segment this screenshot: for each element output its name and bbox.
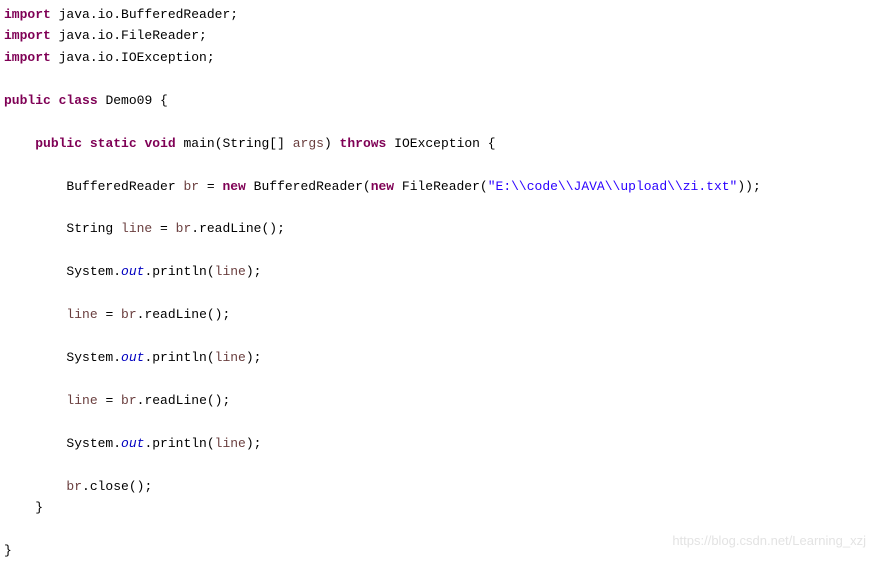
kw-throws: throws bbox=[340, 136, 387, 151]
field-out-1: out bbox=[121, 264, 144, 279]
var-line-3: line bbox=[66, 307, 97, 322]
l-close bbox=[4, 479, 66, 494]
l2c: .readLine(); bbox=[191, 221, 285, 236]
import-3: java.io.IOException; bbox=[51, 50, 215, 65]
l4b-2: = bbox=[98, 393, 121, 408]
var-line-2: line bbox=[215, 264, 246, 279]
l3c-2: ); bbox=[246, 350, 262, 365]
l3a-2: System. bbox=[4, 350, 121, 365]
l3b-2: .println( bbox=[144, 350, 214, 365]
arg-args: args bbox=[293, 136, 324, 151]
kw-new-2: new bbox=[371, 179, 394, 194]
var-line-6: line bbox=[215, 436, 246, 451]
l1d: FileReader( bbox=[394, 179, 488, 194]
var-br-3: br bbox=[121, 307, 137, 322]
kw-class: class bbox=[59, 93, 98, 108]
l1c: BufferedReader( bbox=[246, 179, 371, 194]
l3a-3: System. bbox=[4, 436, 121, 451]
l3c-1: ); bbox=[246, 264, 262, 279]
kw-static: static bbox=[90, 136, 137, 151]
l1b: = bbox=[199, 179, 222, 194]
var-line-4: line bbox=[215, 350, 246, 365]
l4c-1: .readLine(); bbox=[137, 307, 231, 322]
class-name: Demo09 { bbox=[98, 93, 168, 108]
l2a: String bbox=[4, 221, 121, 236]
l4a-1 bbox=[4, 307, 66, 322]
brace-close-outer: } bbox=[4, 543, 12, 558]
field-out-3: out bbox=[121, 436, 144, 451]
var-br-1: br bbox=[183, 179, 199, 194]
kw-void: void bbox=[144, 136, 175, 151]
main-sig-2: ) bbox=[324, 136, 340, 151]
l3b-3: .println( bbox=[144, 436, 214, 451]
l1e: )); bbox=[737, 179, 760, 194]
main-sig-1: main(String[] bbox=[176, 136, 293, 151]
kw-import-3: import bbox=[4, 50, 51, 65]
kw-new-1: new bbox=[222, 179, 245, 194]
var-line-5: line bbox=[66, 393, 97, 408]
kw-public: public bbox=[4, 93, 51, 108]
l3a-1: System. bbox=[4, 264, 121, 279]
l2b: = bbox=[152, 221, 175, 236]
l1a: BufferedReader bbox=[4, 179, 183, 194]
kw-import-2: import bbox=[4, 28, 51, 43]
code-block: import java.io.BufferedReader; import ja… bbox=[4, 4, 880, 561]
import-2: java.io.FileReader; bbox=[51, 28, 207, 43]
l4a-2 bbox=[4, 393, 66, 408]
l3c-3: ); bbox=[246, 436, 262, 451]
var-br-5: br bbox=[66, 479, 82, 494]
kw-import-1: import bbox=[4, 7, 51, 22]
l3b-1: .println( bbox=[144, 264, 214, 279]
import-1: java.io.BufferedReader; bbox=[51, 7, 238, 22]
file-string: "E:\\code\\JAVA\\upload\\zi.txt" bbox=[488, 179, 738, 194]
var-br-4: br bbox=[121, 393, 137, 408]
close-rest: .close(); bbox=[82, 479, 152, 494]
brace-close-inner: } bbox=[4, 500, 43, 515]
field-out-2: out bbox=[121, 350, 144, 365]
l4b-1: = bbox=[98, 307, 121, 322]
kw-public-2: public bbox=[35, 136, 82, 151]
l4c-2: .readLine(); bbox=[137, 393, 231, 408]
var-br-2: br bbox=[176, 221, 192, 236]
var-line-1: line bbox=[121, 221, 152, 236]
throws-rest: IOException { bbox=[386, 136, 495, 151]
